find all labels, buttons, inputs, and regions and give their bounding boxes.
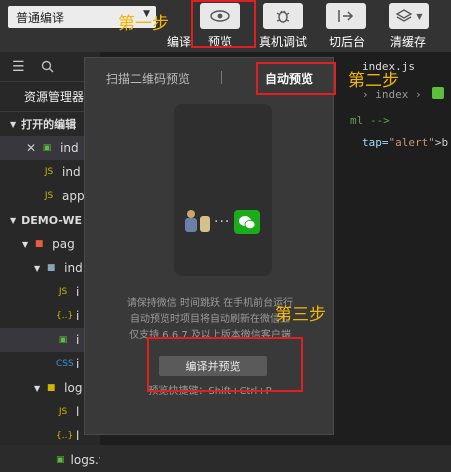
chevron-down-icon: ▼ [22, 239, 29, 249]
folder-icon: ■ [46, 383, 56, 393]
layers-icon [396, 9, 413, 22]
tab-divider [221, 71, 222, 84]
js-file-icon: JS [58, 407, 68, 417]
close-icon[interactable]: ✕ [26, 141, 36, 155]
remote-debug-button[interactable] [263, 3, 303, 29]
switch-background-label[interactable]: 切后台 [329, 33, 365, 50]
bug-icon [276, 10, 290, 23]
step3-annotation: 第三步 [275, 305, 326, 325]
switch-background-icon [338, 10, 354, 22]
folder-icon: ■ [34, 239, 44, 249]
figure-icon [184, 210, 198, 232]
wxml-file-icon: ▣ [56, 455, 65, 465]
clear-cache-label[interactable]: 清缓存 [390, 33, 426, 50]
chevron-down-icon: ▼ [34, 263, 41, 273]
js-file-icon: JS [44, 167, 54, 177]
phone-illustration: ··· [174, 104, 272, 276]
step1-annotation: 第一步 [118, 14, 169, 34]
folder-icon: ■ [46, 263, 56, 273]
chevron-down-icon: ▼ [10, 215, 17, 225]
chevron-down-icon: ▼ [416, 11, 423, 21]
wechat-icon [234, 210, 260, 234]
wxml-file-icon: ▣ [58, 335, 68, 345]
chevron-down-icon: ▼ [10, 119, 17, 129]
js-file-icon: JS [44, 191, 54, 201]
code-comment: ml --> [350, 114, 390, 127]
compile-mode-value: 普通编译 [16, 11, 65, 25]
clear-cache-button[interactable]: ▼ [389, 3, 429, 29]
wxml-file-icon: ▣ [42, 143, 52, 153]
bag-icon [200, 216, 210, 232]
json-file-icon: {..} [56, 431, 74, 441]
step3-highlight-box [147, 337, 303, 392]
switch-background-button[interactable] [326, 3, 366, 29]
tab-qr-preview[interactable]: 扫描二维码预览 [106, 70, 190, 87]
json-file-icon: {..} [56, 311, 74, 321]
step2-annotation: 第二步 [348, 71, 399, 91]
compile-button-label[interactable]: 编译 [167, 33, 191, 50]
remote-debug-label[interactable]: 真机调试 [259, 33, 307, 50]
step2-highlight-box [256, 62, 336, 95]
ellipsis-icon: ··· [214, 214, 231, 230]
wxss-file-icon: CSS [56, 359, 74, 369]
search-icon[interactable] [41, 60, 54, 73]
tree-item[interactable]: ▣ logs.wxml [0, 448, 100, 472]
step1-highlight-box [191, 0, 256, 48]
js-file-icon: JS [58, 287, 68, 297]
code-line: tap="alert">b [362, 136, 449, 149]
list-icon[interactable]: ☰ [12, 59, 25, 75]
wxml-file-icon [432, 87, 444, 99]
chevron-down-icon: ▼ [34, 383, 41, 393]
